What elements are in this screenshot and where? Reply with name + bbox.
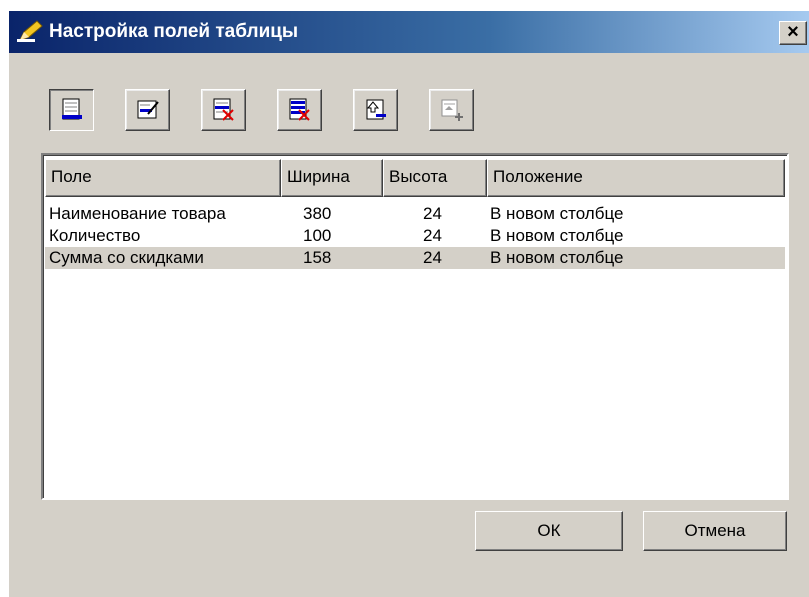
title-bar: Настройка полей таблицы × (9, 11, 809, 53)
table-row[interactable]: Наименование товара 380 24 В новом столб… (45, 203, 785, 225)
column-header-width[interactable]: Ширина (281, 159, 383, 197)
cell-width: 380 (303, 204, 332, 223)
move-up-icon (366, 99, 386, 120)
cell-field: Количество (49, 226, 141, 245)
table-row[interactable]: Количество 100 24 В новом столбце (45, 225, 785, 247)
cell-position: В новом столбце (490, 204, 624, 223)
column-header-field[interactable]: Поле (45, 159, 281, 197)
delete-field-button[interactable] (201, 89, 246, 131)
cell-height: 24 (423, 226, 442, 245)
add-row-icon (61, 98, 82, 120)
insert-field-button[interactable] (429, 89, 474, 131)
settings-dialog: Настройка полей таблицы × Поле Ширина Вы… (8, 10, 809, 597)
column-header-position[interactable]: Положение (487, 159, 785, 197)
cell-height: 24 (423, 248, 442, 267)
cell-position: В новом столбце (490, 248, 624, 267)
delete-row-icon (213, 98, 234, 121)
move-field-up-button[interactable] (353, 89, 398, 131)
cancel-button[interactable]: Отмена (643, 511, 787, 551)
dialog-title: Настройка полей таблицы (49, 21, 299, 42)
fields-table[interactable]: Поле Ширина Высота Положение Наименовани… (41, 153, 789, 500)
cell-height: 24 (423, 204, 442, 223)
column-header-height[interactable]: Высота (383, 159, 487, 197)
cell-width: 158 (303, 248, 332, 267)
cell-width: 100 (303, 226, 332, 245)
pencil-app-icon (17, 19, 45, 43)
insert-row-icon (441, 99, 463, 121)
close-button[interactable]: × (779, 21, 807, 45)
table-row-selected[interactable]: Сумма со скидками 158 24 В новом столбце (45, 247, 785, 269)
delete-all-fields-button[interactable] (277, 89, 322, 131)
add-field-button[interactable] (49, 89, 94, 131)
ok-button[interactable]: ОК (475, 511, 623, 551)
edit-row-icon (137, 100, 159, 119)
cell-position: В новом столбце (490, 226, 624, 245)
cell-field: Наименование товара (49, 204, 226, 223)
delete-all-rows-icon (289, 98, 310, 121)
cell-field: Сумма со скидками (49, 248, 204, 267)
edit-field-button[interactable] (125, 89, 170, 131)
